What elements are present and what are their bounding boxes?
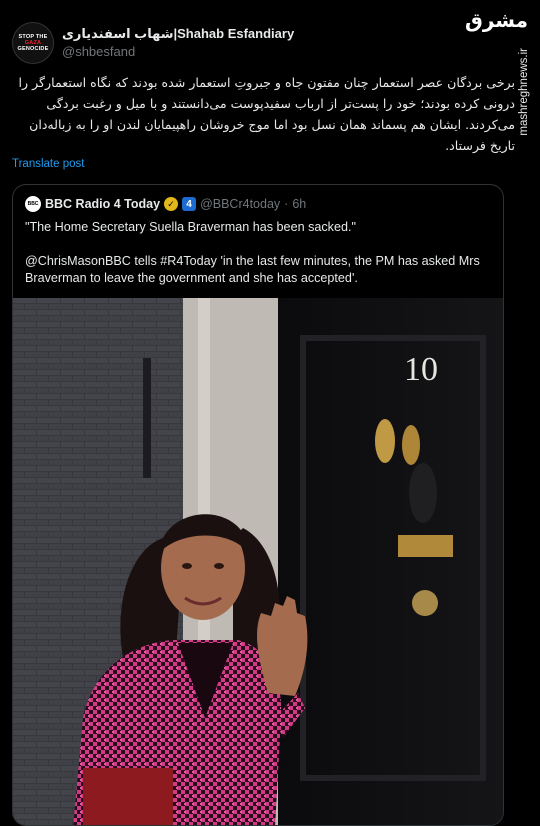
quoted-post-time[interactable]: 6h bbox=[292, 197, 306, 211]
door-knocker bbox=[409, 463, 437, 523]
door-number: 10 bbox=[404, 351, 438, 388]
tweet-text: برخی بردگان عصر استعمار چنان مفتون جاه و… bbox=[18, 75, 515, 153]
quoted-avatar[interactable]: BBC bbox=[25, 196, 41, 212]
door-lamp-left bbox=[375, 419, 395, 463]
black-door bbox=[278, 298, 503, 825]
quoted-text-line-2: @ChrisMasonBBC tells #R4Today 'in the la… bbox=[25, 254, 480, 285]
red-folder bbox=[83, 768, 173, 825]
author-handle[interactable]: @shbesfand bbox=[62, 44, 135, 59]
affiliate-badge: 4 bbox=[182, 197, 197, 211]
verified-check-icon: ✓ bbox=[164, 197, 179, 211]
author-name[interactable]: شهاب اسفندیاری|Shahab Esfandiary bbox=[62, 26, 294, 42]
quoted-author-name[interactable]: BBC Radio 4 Today bbox=[45, 197, 160, 211]
quoted-author-handle[interactable]: @BBCr4today bbox=[200, 197, 280, 211]
letterbox bbox=[398, 535, 453, 557]
post-header: STOP THE GAZA GENOCIDE شهاب اسفندیاری|Sh… bbox=[12, 22, 472, 64]
quoted-post-photo[interactable]: 10 bbox=[13, 298, 503, 825]
separator-dot: · bbox=[284, 197, 289, 211]
eye-right bbox=[214, 563, 224, 569]
quoted-post-header: BBC BBC Radio 4 Today ✓ 4 @BBCr4today · … bbox=[25, 195, 306, 213]
door-lamp-right bbox=[402, 425, 420, 465]
quoted-post[interactable]: BBC BBC Radio 4 Today ✓ 4 @BBCr4today · … bbox=[12, 184, 504, 826]
eye-left bbox=[182, 563, 192, 569]
author-avatar[interactable]: STOP THE GAZA GENOCIDE bbox=[12, 22, 54, 64]
quoted-text-line-1: "The Home Secretary Suella Braverman has… bbox=[25, 220, 356, 234]
avatar-text-line-3: GENOCIDE bbox=[17, 46, 49, 52]
photo-illustration: 10 bbox=[13, 298, 503, 825]
brand-logo: مشرق bbox=[464, 8, 528, 32]
railing-post bbox=[143, 358, 151, 478]
translate-post-link[interactable]: Translate post bbox=[12, 158, 84, 170]
brand-site: mashreghnews.ir bbox=[518, 48, 530, 136]
door-knob bbox=[412, 590, 438, 616]
quoted-post-text: "The Home Secretary Suella Braverman has… bbox=[25, 219, 491, 287]
